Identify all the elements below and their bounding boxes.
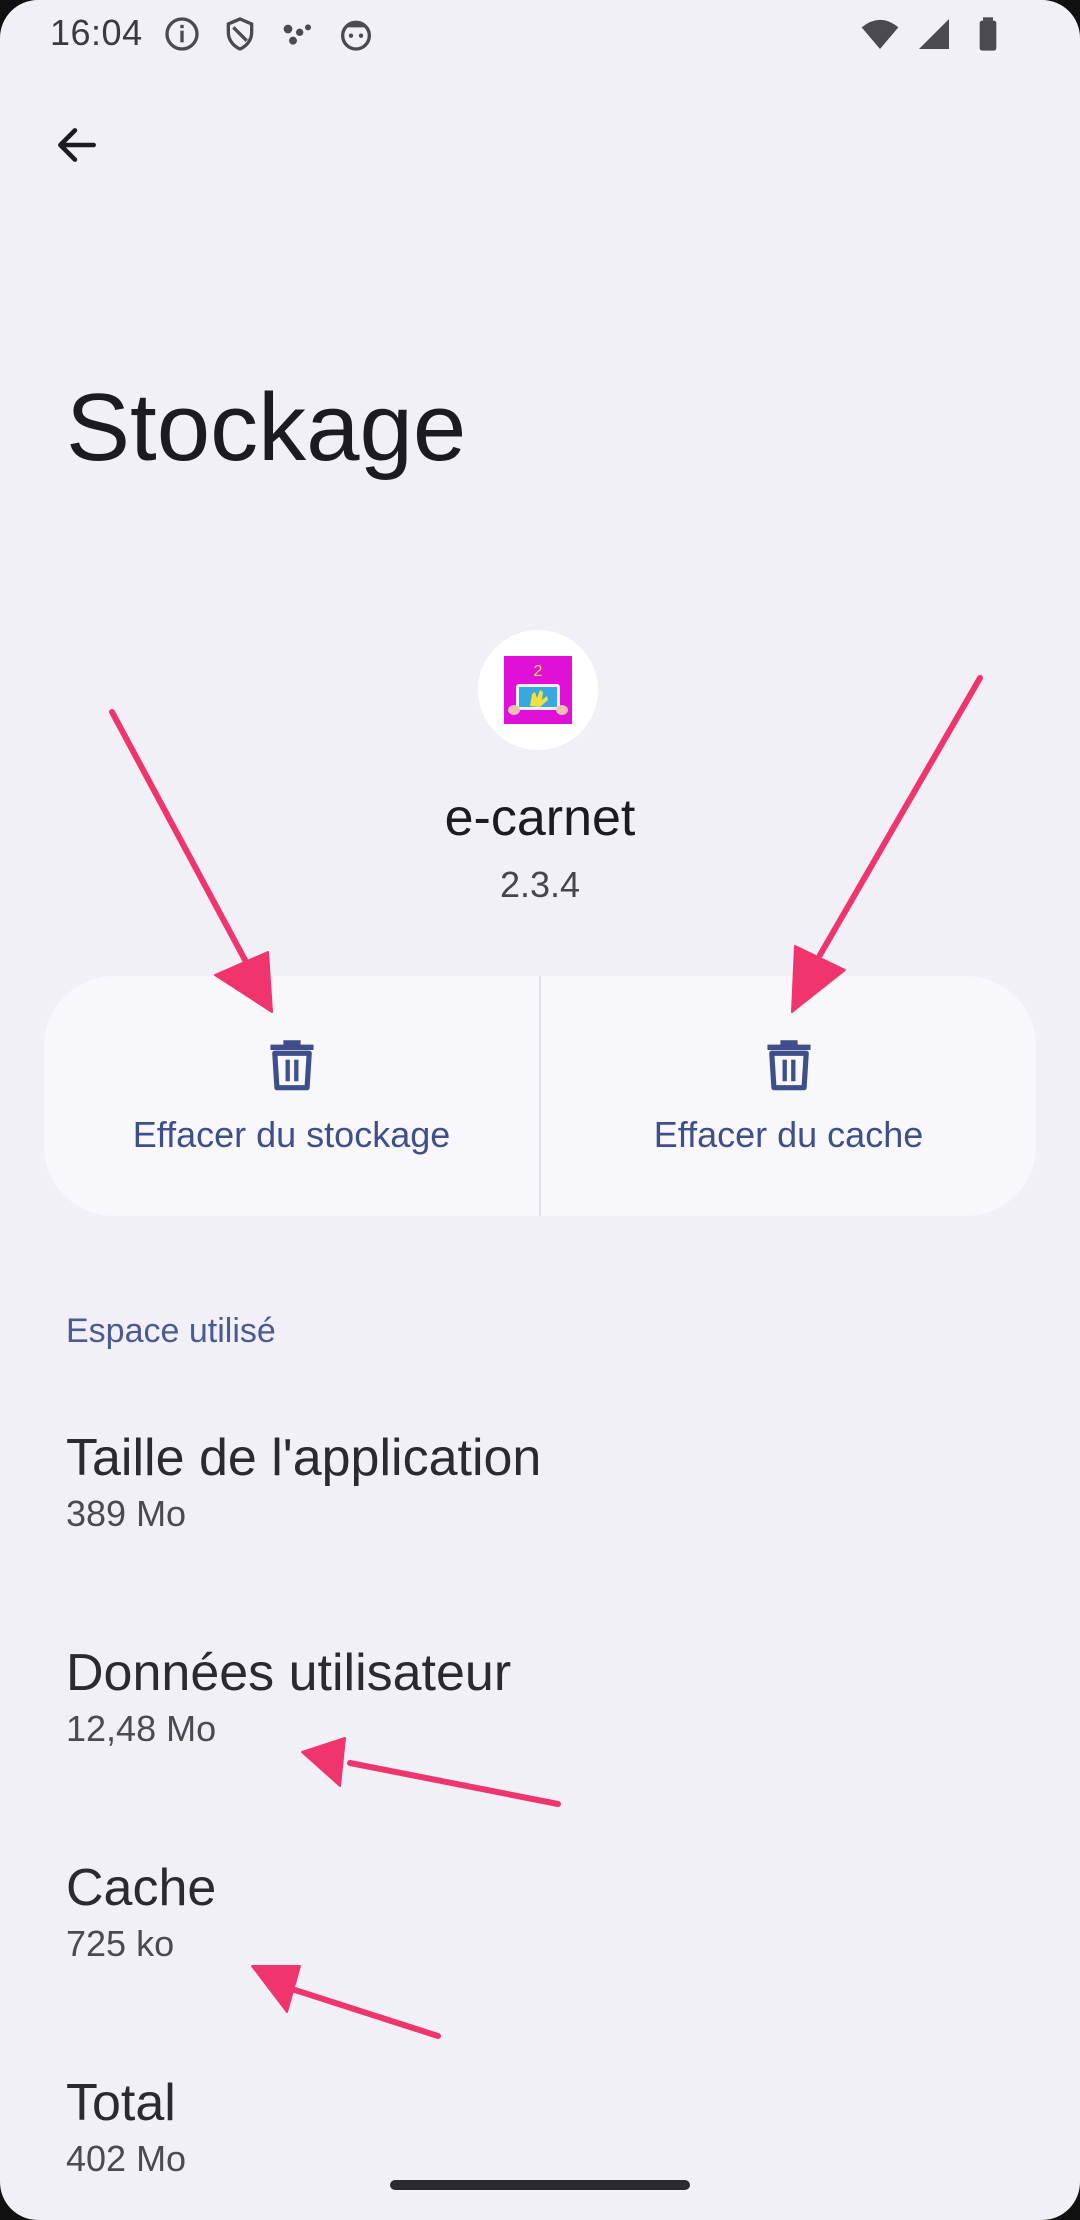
android-face-icon [341, 20, 371, 51]
clear-cache-label: Effacer du cache [653, 1114, 924, 1155]
row-value: 389 Mo [66, 1493, 187, 1535]
row-title: Données utilisateur [66, 1644, 512, 1702]
row-value: 402 Mo [66, 2138, 187, 2180]
action-buttons: Effacer du stockage Effacer du cache [44, 976, 1036, 1216]
home-indicator[interactable] [390, 2180, 690, 2190]
clear-cache-button[interactable]: Effacer du cache [541, 976, 1036, 1216]
storage-screen: 16:04 Stockage 2 e-carnet 2.3.4 Effacer … [0, 0, 1080, 2220]
dots-icon [283, 24, 311, 45]
row-title: Cache [66, 1859, 217, 1917]
row-value: 12,48 Mo [66, 1708, 217, 1750]
list-item-total: Total 402 Mo [66, 2074, 1016, 2180]
battery-icon [979, 17, 997, 51]
row-value: 725 ko [66, 1923, 175, 1965]
clear-storage-label: Effacer du stockage [132, 1114, 451, 1155]
wifi-icon [861, 19, 899, 49]
status-icons-right [860, 14, 1008, 54]
status-icons-left [162, 14, 376, 54]
row-title: Total [66, 2074, 176, 2132]
e-carnet-logo-icon: 2 [504, 656, 572, 724]
clear-storage-button[interactable]: Effacer du stockage [44, 976, 539, 1216]
app-name: e-carnet [444, 789, 636, 847]
annotation-arrowhead-cache-value [251, 1965, 301, 2013]
app-icon: 2 [478, 630, 598, 750]
arrow-left-icon [58, 128, 96, 162]
signal-icon [919, 19, 949, 49]
list-item-cache: Cache 725 ko [66, 1859, 1016, 1965]
trash-icon [766, 1040, 811, 1091]
list-item-user-data: Données utilisateur 12,48 Mo [66, 1644, 1016, 1750]
trash-icon [269, 1040, 314, 1091]
info-icon [165, 17, 199, 51]
app-version: 2.3.4 [499, 864, 581, 905]
status-time: 16:04 [50, 12, 143, 53]
page-title: Stockage [66, 374, 467, 481]
list-item-app-size: Taille de l'application 389 Mo [66, 1429, 1016, 1535]
svg-text:2: 2 [534, 663, 543, 680]
back-button[interactable] [44, 112, 110, 178]
shield-icon [226, 17, 254, 51]
row-title: Taille de l'application [66, 1429, 542, 1487]
section-header-used-space: Espace utilisé [66, 1312, 276, 1350]
annotation-arrow-cache-value [292, 1987, 441, 2039]
annotation-arrow-user-data [347, 1760, 561, 1807]
